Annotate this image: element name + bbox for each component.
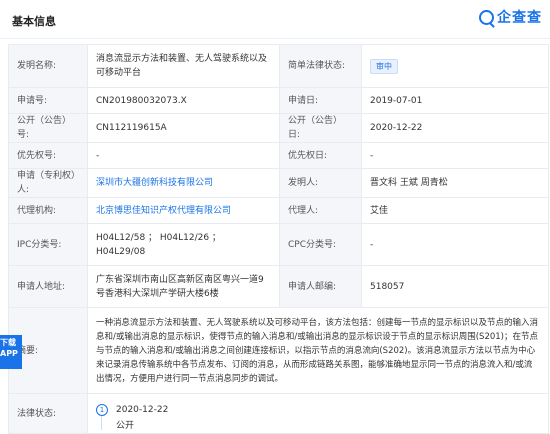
table-row: 代理机构: 北京博思佳知识产权代理有限公司 代理人: 艾佳 <box>8 197 549 224</box>
qichacha-logo[interactable]: 企查查 <box>479 7 542 27</box>
download-app-line2: APP <box>0 349 18 358</box>
table-row: IPC分类号: H04L12/58 ； H04L12/26 ； H04L29/0… <box>8 223 549 266</box>
applicant-link[interactable]: 深圳市大疆创新科技有限公司 <box>96 178 213 188</box>
legal-status-cell: 审中 <box>361 44 549 88</box>
priority-date-value: - <box>361 142 549 169</box>
agent-label: 代理人: <box>279 197 362 224</box>
table-row: 申请（专利权）人: 深圳市大疆创新科技有限公司 发明人: 晋文科 王斌 周青松 <box>8 168 549 198</box>
abstract-value: 一种消息流显示方法和装置、无人驾驶系统以及可移动平台，该方法包括：创建每一节点的… <box>87 307 549 394</box>
cpc-label: CPC分类号: <box>279 223 362 266</box>
agency-label: 代理机构: <box>8 197 88 224</box>
pub-date-label: 公开（公告）日: <box>279 113 362 143</box>
legal-label: 法律状态: <box>8 393 88 434</box>
postcode-value: 518057 <box>361 265 549 308</box>
table-row: 摘要: 一种消息流显示方法和装置、无人驾驶系统以及可移动平台，该方法包括：创建每… <box>8 307 549 394</box>
table-row: 公开（公告）号: CN112119615A 公开（公告）日: 2020-12-2… <box>8 113 549 143</box>
inventor-label: 发明人: <box>279 168 362 198</box>
patent-info-table: 发明名称: 消息流显示方法和装置、无人驾驶系统以及可移动平台 简单法律状态: 审… <box>8 44 549 434</box>
applicant-cell: 深圳市大疆创新科技有限公司 <box>87 168 280 198</box>
download-app-line1: 下载 <box>0 338 16 347</box>
timeline-connector <box>101 415 102 430</box>
ipc-value: H04L12/58 ； H04L12/26 ； H04L29/08 <box>87 223 280 266</box>
pub-date-value: 2020-12-22 <box>361 113 549 143</box>
agency-cell: 北京博思佳知识产权代理有限公司 <box>87 197 280 224</box>
title-value: 消息流显示方法和装置、无人驾驶系统以及可移动平台 <box>87 44 280 88</box>
legal-timeline: 1 2020-12-22 公开 <box>96 400 540 431</box>
cpc-value: - <box>361 223 549 266</box>
table-row: 优先权号: - 优先权日: - <box>8 142 549 169</box>
app-date-label: 申请日: <box>279 87 362 114</box>
table-row: 发明名称: 消息流显示方法和装置、无人驾驶系统以及可移动平台 简单法律状态: 审… <box>8 44 549 88</box>
applicant-label: 申请（专利权）人: <box>8 168 88 198</box>
timeline-date: 2020-12-22 <box>116 404 169 415</box>
address-label: 申请人地址: <box>8 265 88 308</box>
legal-timeline-cell: 1 2020-12-22 公开 <box>87 393 549 434</box>
app-no-label: 申请号: <box>8 87 88 114</box>
ipc-label: IPC分类号: <box>8 223 88 266</box>
table-row: 申请号: CN201980032073.X 申请日: 2019-07-01 <box>8 87 549 114</box>
status-badge: 审中 <box>370 58 398 74</box>
app-no-value: CN201980032073.X <box>87 87 280 114</box>
agency-link[interactable]: 北京博思佳知识产权代理有限公司 <box>96 206 231 216</box>
legal-status-label: 简单法律状态: <box>279 44 362 88</box>
inventor-value: 晋文科 王斌 周青松 <box>361 168 549 198</box>
magnifier-icon <box>479 9 494 25</box>
table-row: 申请人地址: 广东省深圳市南山区高新区南区粤兴一道9号香港科大深圳产学研大楼6楼… <box>8 265 549 308</box>
pub-no-value: CN112119615A <box>87 113 280 143</box>
priority-value: - <box>87 142 280 169</box>
postcode-label: 申请人邮编: <box>279 265 362 308</box>
table-row: 法律状态: 1 2020-12-22 公开 <box>8 393 549 434</box>
priority-label: 优先权号: <box>8 142 88 169</box>
section-title: 基本信息 <box>12 15 56 28</box>
section-header: 基本信息 企查查 <box>0 0 550 39</box>
pub-no-label: 公开（公告）号: <box>8 113 88 143</box>
agent-value: 艾佳 <box>361 197 549 224</box>
timeline-step-icon: 1 <box>96 403 108 416</box>
title-label: 发明名称: <box>8 44 88 88</box>
address-value: 广东省深圳市南山区高新区南区粤兴一道9号香港科大深圳产学研大楼6楼 <box>87 265 280 308</box>
download-app-tab[interactable]: 下载 APP <box>0 335 22 369</box>
timeline-event: 公开 <box>116 420 135 431</box>
logo-text: 企查查 <box>497 10 542 26</box>
priority-date-label: 优先权日: <box>279 142 362 169</box>
app-date-value: 2019-07-01 <box>361 87 549 114</box>
